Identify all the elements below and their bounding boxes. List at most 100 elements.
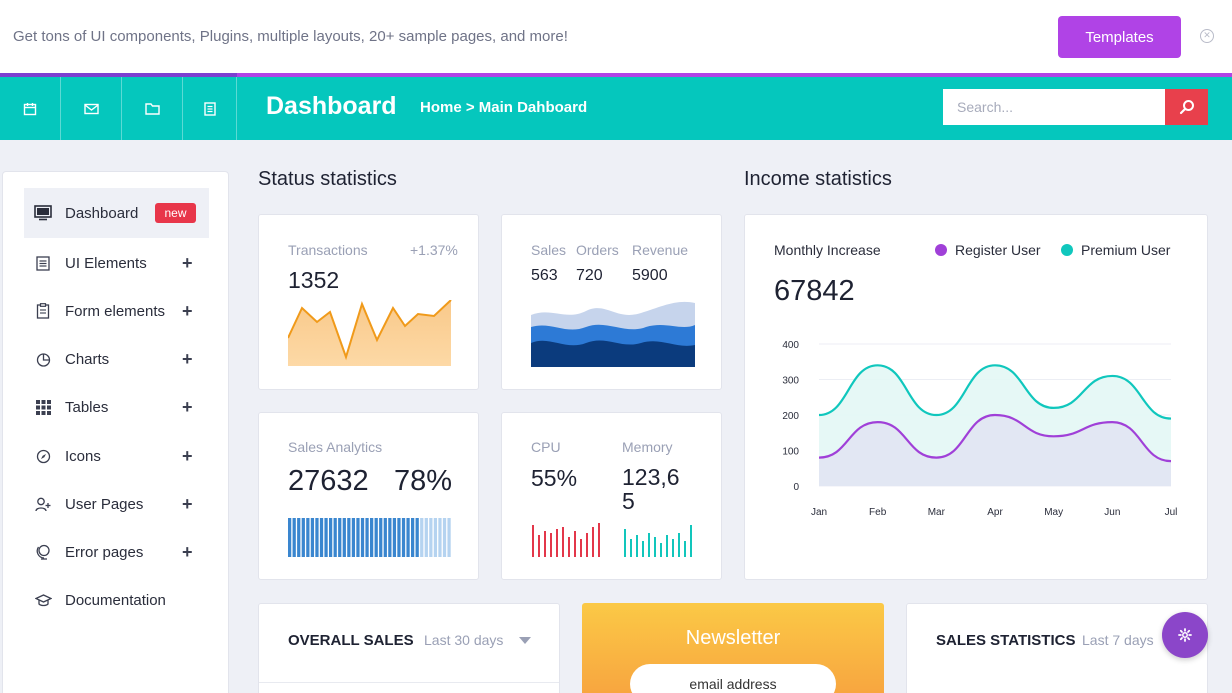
progress-bar-segment bbox=[338, 518, 342, 557]
overall-sales-period[interactable]: Last 30 days bbox=[424, 632, 503, 648]
list-icon bbox=[34, 254, 52, 272]
x-tick-label: Mar bbox=[928, 507, 946, 518]
y-tick-label: 400 bbox=[782, 340, 799, 351]
cpu-memory-card: CPU Memory 55% 123,6 5 bbox=[501, 412, 722, 580]
sidebar-item-dashboard[interactable]: Dashboard new bbox=[24, 188, 209, 238]
x-tick-label: Jun bbox=[1104, 507, 1120, 518]
mail-icon[interactable] bbox=[61, 77, 122, 140]
close-icon[interactable]: ✕ bbox=[1200, 29, 1214, 43]
progress-bar-segment bbox=[392, 518, 397, 557]
progress-bar-segment bbox=[429, 518, 433, 557]
income-statistics-title: Income statistics bbox=[744, 168, 892, 190]
chevron-down-icon[interactable] bbox=[519, 637, 531, 644]
promo-text: Get tons of UI components, Plugins, mult… bbox=[13, 28, 568, 45]
sidebar-item-ui-elements[interactable]: UI Elements + bbox=[24, 238, 209, 288]
sidebar-item-label: Documentation bbox=[65, 591, 166, 609]
progress-bar-segment bbox=[329, 518, 333, 557]
page-title: Dashboard bbox=[266, 92, 397, 120]
expand-icon[interactable]: + bbox=[182, 349, 193, 370]
legend-dot-premium bbox=[1061, 244, 1073, 256]
sidebar-item-label: Dashboard bbox=[65, 204, 139, 222]
sales-analytics-label: Sales Analytics bbox=[288, 439, 383, 455]
progress-bar-segment bbox=[301, 518, 305, 557]
settings-gear-icon[interactable] bbox=[1162, 612, 1208, 658]
sidebar-item-label: Charts bbox=[65, 350, 110, 368]
monthly-increase-value: 67842 bbox=[774, 275, 855, 307]
progress-bar-segment bbox=[420, 518, 424, 557]
orders-label: Orders bbox=[576, 242, 619, 258]
progress-bar-segment bbox=[342, 518, 346, 557]
revenue-value: 5900 bbox=[632, 267, 668, 284]
progress-bar-segment bbox=[438, 518, 442, 557]
expand-icon[interactable]: + bbox=[182, 542, 193, 563]
sidebar-item-error-pages[interactable]: Error pages + bbox=[24, 527, 209, 577]
newsletter-card: Newsletter email address bbox=[582, 603, 884, 693]
progress-bar-segment bbox=[383, 518, 387, 557]
sidebar-item-documentation[interactable]: Documentation bbox=[24, 575, 209, 625]
status-statistics-title: Status statistics bbox=[258, 168, 397, 190]
expand-icon[interactable]: + bbox=[182, 253, 193, 274]
progress-bar-segment bbox=[333, 518, 337, 557]
transactions-sparkline bbox=[288, 300, 452, 366]
progress-bar-segment bbox=[324, 518, 328, 557]
memory-label: Memory bbox=[622, 439, 673, 455]
progress-bar-segment bbox=[297, 518, 301, 557]
sidebar-item-charts[interactable]: Charts + bbox=[24, 334, 209, 384]
progress-bar-segment bbox=[351, 518, 356, 557]
expand-icon[interactable]: + bbox=[182, 494, 193, 515]
grid-icon bbox=[34, 398, 52, 416]
sidebar-item-user-pages[interactable]: User Pages + bbox=[24, 479, 209, 529]
sales-statistics-card: SALES STATISTICS Last 7 days bbox=[906, 603, 1208, 693]
breadcrumb[interactable]: Home > Main Dahboard bbox=[420, 99, 587, 116]
progress-bar-segment bbox=[365, 518, 369, 557]
progress-bar-segment bbox=[415, 518, 419, 557]
sidebar-item-form-elements[interactable]: Form elements + bbox=[24, 286, 209, 336]
x-tick-label: Jan bbox=[811, 507, 827, 518]
calendar-icon[interactable] bbox=[0, 77, 61, 140]
monthly-increase-label: Monthly Increase bbox=[774, 242, 881, 258]
y-tick-label: 200 bbox=[782, 411, 799, 422]
sidebar-item-label: Icons bbox=[65, 447, 101, 465]
folder-icon[interactable] bbox=[122, 77, 183, 140]
sidebar-item-label: UI Elements bbox=[65, 254, 147, 272]
pie-chart-icon bbox=[34, 350, 52, 368]
sidebar-item-tables[interactable]: Tables + bbox=[24, 382, 209, 432]
series-area bbox=[819, 415, 1171, 486]
transactions-card: Transactions +1.37% 1352 bbox=[258, 214, 479, 390]
search-input[interactable] bbox=[943, 89, 1166, 125]
legend-register-user[interactable]: Register User bbox=[955, 242, 1041, 258]
x-tick-label: Jul bbox=[1165, 507, 1178, 518]
expand-icon[interactable]: + bbox=[182, 397, 193, 418]
templates-button[interactable]: Templates bbox=[1058, 16, 1181, 58]
overall-sales-title: OVERALL SALES bbox=[288, 632, 414, 649]
sales-label: Sales bbox=[531, 242, 567, 258]
progress-bar-segment bbox=[388, 518, 392, 557]
search-icon[interactable] bbox=[1165, 89, 1208, 125]
sales-statistics-period[interactable]: Last 7 days bbox=[1082, 632, 1154, 648]
memory-value: 123,6 5 bbox=[622, 464, 680, 514]
expand-icon[interactable]: + bbox=[182, 301, 193, 322]
email-field[interactable]: email address bbox=[630, 664, 836, 693]
sidebar-item-label: User Pages bbox=[65, 495, 144, 513]
progress-bar-segment bbox=[374, 518, 378, 557]
divider bbox=[259, 682, 559, 683]
cpu-value: 55% bbox=[531, 465, 578, 491]
sidebar-item-label: Error pages bbox=[65, 543, 144, 561]
progress-bar-segment bbox=[406, 518, 410, 557]
document-icon[interactable] bbox=[183, 77, 237, 140]
sales-wave-chart bbox=[531, 301, 695, 367]
expand-icon[interactable]: + bbox=[182, 446, 193, 467]
y-tick-label: 300 bbox=[782, 376, 799, 387]
graduation-cap-icon bbox=[34, 591, 52, 609]
cpu-label: CPU bbox=[531, 439, 561, 455]
progress-bar-segment bbox=[356, 518, 360, 557]
sidebar-item-icons[interactable]: Icons + bbox=[24, 431, 209, 481]
sales-value: 563 bbox=[531, 267, 558, 284]
progress-bar-segment bbox=[401, 518, 406, 557]
progress-bar-segment bbox=[292, 518, 296, 557]
progress-bar-segment bbox=[397, 518, 401, 557]
progress-bar-segment bbox=[424, 518, 428, 557]
progress-bar-segment bbox=[370, 518, 374, 557]
legend-premium-user[interactable]: Premium User bbox=[1081, 242, 1170, 258]
income-area-chart: 400 300 200 100 0 Jan Feb Mar Apr May Jun Jul bbox=[782, 340, 1178, 518]
